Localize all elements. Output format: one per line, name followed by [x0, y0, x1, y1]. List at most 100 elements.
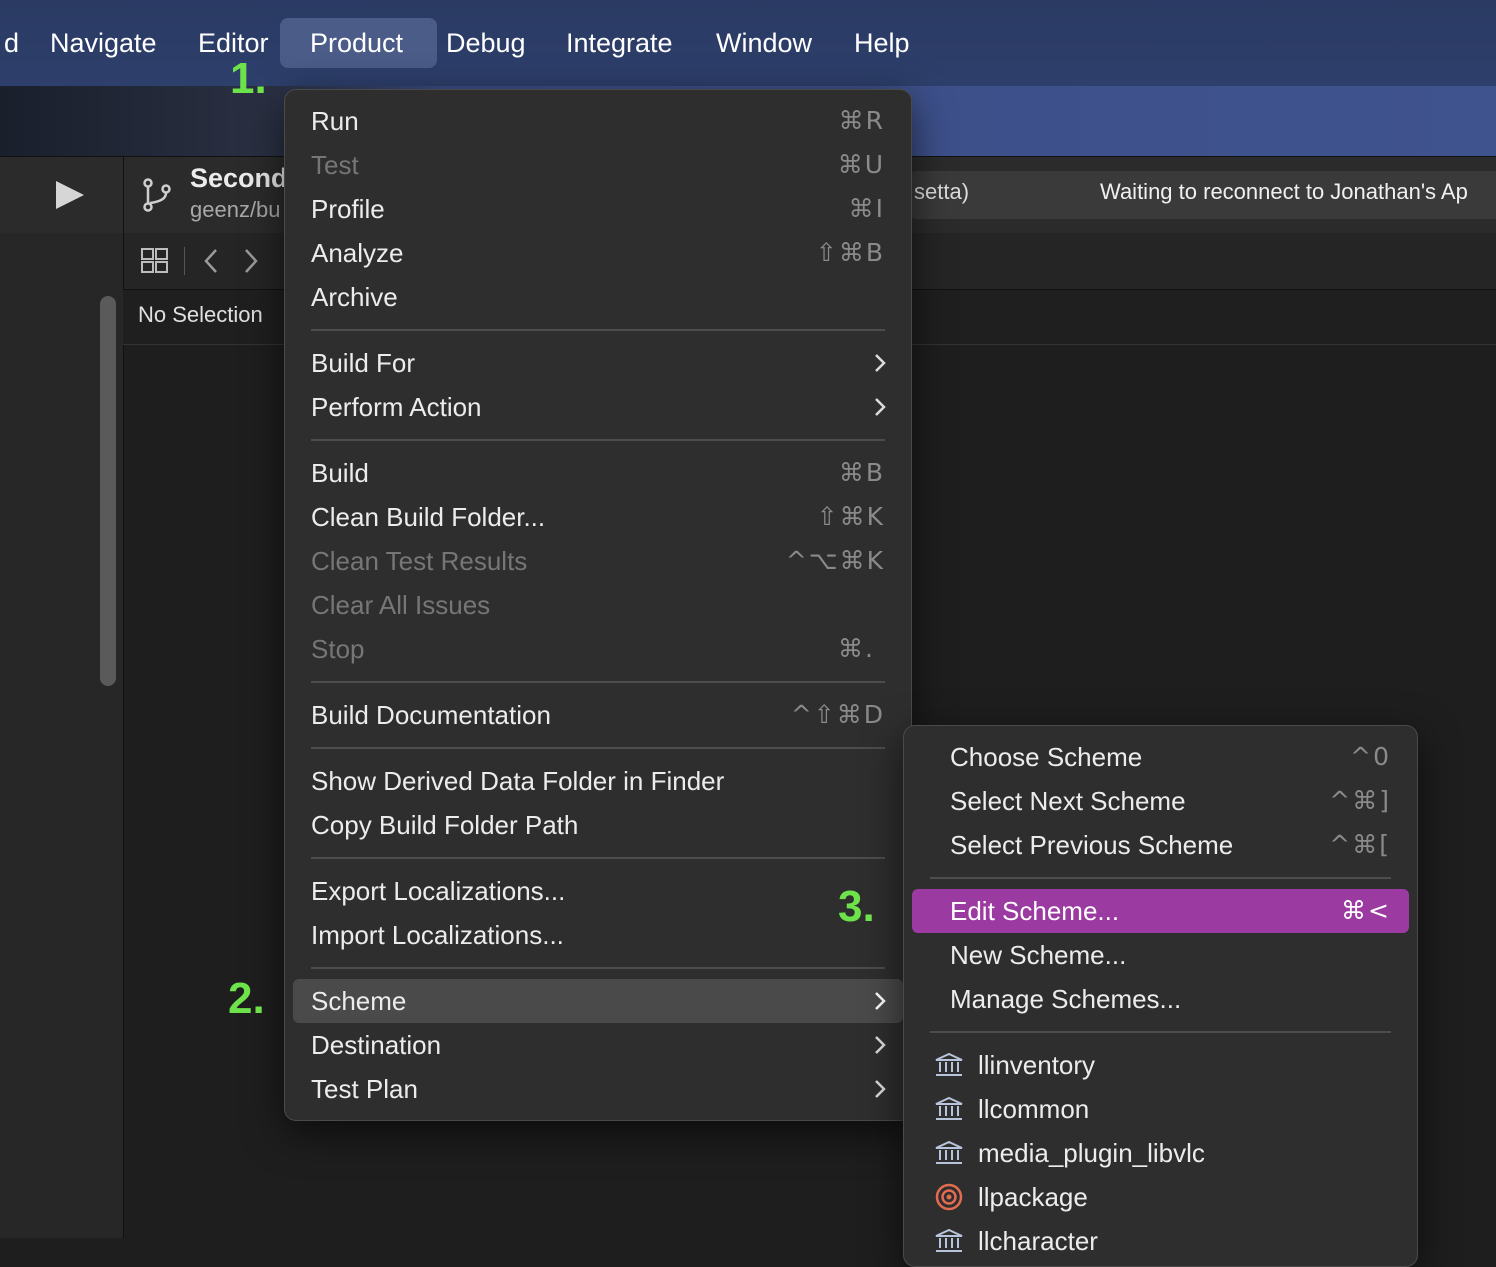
target-icon [935, 1183, 963, 1211]
menu-item-label: Export Localizations... [311, 876, 566, 906]
menu-item-label: Edit Scheme... [950, 896, 1120, 926]
shortcut: ⌘. [838, 634, 875, 663]
menu-separator [311, 439, 885, 441]
menu-item-run[interactable]: Run ⌘R [293, 99, 903, 143]
menu-item-clean-test-results[interactable]: Clean Test Results ^⌥⌘K [293, 539, 903, 583]
menu-item-label: Build [311, 458, 369, 488]
menu-bar: d Navigate Editor Product Debug Integrat… [0, 0, 1496, 86]
menu-item-choose-scheme[interactable]: Choose Scheme ^0 [912, 735, 1409, 779]
scheme-label: llcharacter [978, 1226, 1098, 1256]
menu-separator [311, 967, 885, 969]
shortcut: ⌘U [837, 150, 885, 179]
menu-item-clean-build-folder[interactable]: Clean Build Folder... ⇧⌘K [293, 495, 903, 539]
activity-status-text: Waiting to reconnect to Jonathan's Ap [1100, 179, 1468, 204]
menu-item-manage-schemes[interactable]: Manage Schemes... [912, 977, 1409, 1021]
menu-item-copy-build-folder-path[interactable]: Copy Build Folder Path [293, 803, 903, 847]
menubar-item-product[interactable]: Product [280, 18, 437, 68]
menu-item-test[interactable]: Test ⌘U [293, 143, 903, 187]
shortcut: ^⇧⌘D [790, 700, 885, 729]
shortcut: ^0 [1350, 742, 1391, 771]
forward-chevron-icon[interactable] [240, 247, 262, 275]
menu-item-label: Copy Build Folder Path [311, 810, 579, 840]
menu-separator [930, 877, 1391, 879]
library-icon [935, 1052, 963, 1076]
menu-item-label: Choose Scheme [950, 742, 1143, 772]
menu-item-profile[interactable]: Profile ⌘I [293, 187, 903, 231]
scheme-name[interactable]: Second [190, 163, 288, 194]
menu-separator [311, 329, 885, 331]
scheme-label: llpackage [978, 1182, 1088, 1212]
menu-item-archive[interactable]: Archive [293, 275, 903, 319]
menu-item-edit-scheme[interactable]: Edit Scheme... ⌘< [912, 889, 1409, 933]
grid-icon[interactable] [140, 247, 170, 275]
menu-item-export-localizations[interactable]: Export Localizations... [293, 869, 903, 913]
scheme-item-llpackage[interactable]: llpackage [912, 1175, 1409, 1219]
nav-divider [184, 247, 185, 275]
scheme-branch: geenz/bu [190, 197, 281, 222]
back-chevron-icon[interactable] [200, 247, 222, 275]
menu-separator [311, 857, 885, 859]
menu-separator [311, 747, 885, 749]
menubar-item-window[interactable]: Window [702, 18, 826, 68]
scheme-label: media_plugin_libvlc [978, 1138, 1205, 1168]
menu-item-perform-action[interactable]: Perform Action [293, 385, 903, 429]
library-icon [935, 1096, 963, 1120]
scheme-label: llcommon [978, 1094, 1090, 1124]
menu-item-label: Manage Schemes... [950, 984, 1182, 1014]
menu-item-analyze[interactable]: Analyze ⇧⌘B [293, 231, 903, 275]
menu-item-scheme[interactable]: Scheme [293, 979, 903, 1023]
menu-item-build-for[interactable]: Build For [293, 341, 903, 385]
scheme-item-llcommon[interactable]: llcommon [912, 1087, 1409, 1131]
scheme-submenu: Choose Scheme ^0 Select Next Scheme ^⌘] Se… [903, 725, 1418, 1267]
branch-icon [143, 178, 171, 212]
toolbar-divider [123, 157, 124, 233]
shortcut: ^⌘] [1329, 786, 1391, 815]
menu-item-label: Build Documentation [311, 700, 551, 730]
menu-item-label: Analyze [311, 238, 404, 268]
activity-view: setta) Waiting to reconnect to Jonathan'… [910, 171, 1496, 219]
menu-item-select-next-scheme[interactable]: Select Next Scheme ^⌘] [912, 779, 1409, 823]
menu-item-import-localizations[interactable]: Import Localizations... [293, 913, 903, 957]
menu-item-stop[interactable]: Stop ⌘. [293, 627, 903, 671]
menu-item-label: Destination [311, 1030, 442, 1060]
menu-item-new-scheme[interactable]: New Scheme... [912, 933, 1409, 977]
shortcut: ^⌥⌘K [785, 546, 885, 575]
step-marker-1: 1. [230, 54, 267, 103]
menu-item-test-plan[interactable]: Test Plan [293, 1067, 903, 1111]
menubar-item-help[interactable]: Help [840, 18, 924, 68]
menu-item-label: Profile [311, 194, 385, 224]
shortcut: ⌘R [838, 106, 885, 135]
menu-item-label: Clear All Issues [311, 590, 491, 620]
scheme-item-llcharacter[interactable]: llcharacter [912, 1219, 1409, 1263]
scheme-label: llinventory [978, 1050, 1096, 1080]
chevron-right-icon [875, 398, 886, 416]
menu-item-clear-all-issues[interactable]: Clear All Issues [293, 583, 903, 627]
shortcut: ⇧⌘K [816, 502, 885, 531]
menu-item-build-documentation[interactable]: Build Documentation ^⇧⌘D [293, 693, 903, 737]
menu-item-label: Stop [311, 634, 365, 664]
menu-item-show-derived-data[interactable]: Show Derived Data Folder in Finder [293, 759, 903, 803]
menubar-item-partial[interactable]: d [0, 18, 33, 68]
sidebar-scrollbar[interactable] [100, 296, 116, 686]
menubar-item-debug[interactable]: Debug [432, 18, 540, 68]
menu-item-destination[interactable]: Destination [293, 1023, 903, 1067]
shortcut: ⌘< [1341, 896, 1391, 925]
menu-item-label: Test Plan [311, 1074, 418, 1104]
menu-item-build[interactable]: Build ⌘B [293, 451, 903, 495]
menu-item-select-previous-scheme[interactable]: Select Previous Scheme ^⌘[ [912, 823, 1409, 867]
library-icon [935, 1140, 963, 1164]
menubar-item-integrate[interactable]: Integrate [552, 18, 687, 68]
menu-separator [930, 1031, 1391, 1033]
shortcut: ⌘I [848, 194, 885, 223]
scheme-item-llinventory[interactable]: llinventory [912, 1043, 1409, 1087]
chevron-right-icon [875, 1036, 886, 1054]
scheme-item-media-plugin-libvlc[interactable]: media_plugin_libvlc [912, 1131, 1409, 1175]
menu-item-label: Test [311, 150, 359, 180]
no-selection-label: No Selection [138, 302, 263, 327]
library-icon [935, 1228, 963, 1252]
step-marker-2: 2. [228, 974, 265, 1023]
chevron-right-icon [875, 354, 886, 372]
menubar-item-navigate[interactable]: Navigate [36, 18, 171, 68]
menu-item-label: Run [311, 106, 359, 136]
run-play-icon[interactable] [52, 175, 88, 215]
